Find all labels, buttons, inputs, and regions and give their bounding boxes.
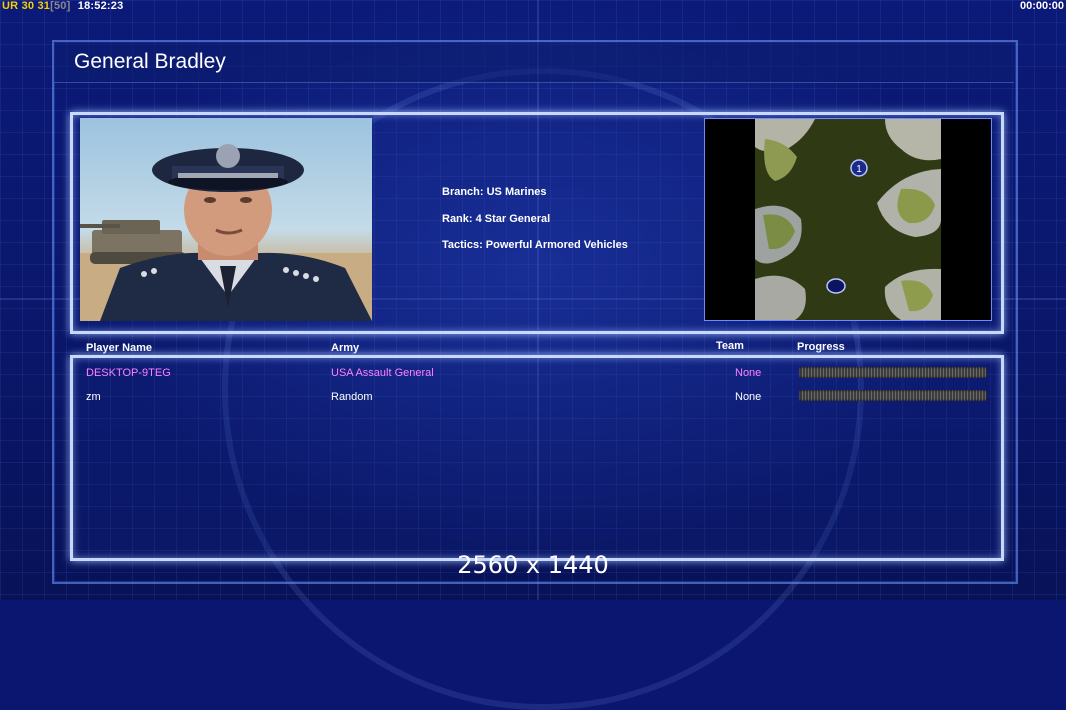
player-2-team: None [735,391,762,403]
general-portrait-image [80,144,372,321]
map-start-marker-2 [826,278,846,294]
map-preview-image: 1 [755,119,941,320]
general-portrait [80,118,372,321]
hud-game-timer: 00:00:00 [1019,0,1064,12]
player-1-name: DESKTOP-9TEG [86,367,171,379]
player-2-name: zm [86,391,101,403]
hud-clock: 18:52:23 [77,0,124,12]
player-1-team: None [735,367,762,379]
general-branch: Branch: US Marines [442,186,547,198]
general-info: Branch: US Marines Rank: 4 Star General … [442,186,628,266]
general-rank: Rank: 4 Star General [442,212,551,225]
hud-value-2: 31 [37,0,51,12]
page-title: General Bradley [74,50,226,73]
hud-value-3: [50] [50,0,71,12]
col-header-army: Army [331,342,360,354]
general-tactics: Tactics: Powerful Armored Vehicles [442,239,628,251]
hud-ur-label: UR [2,0,19,12]
player-list-panel [70,355,1004,561]
col-header-team: Team [716,340,744,352]
player-2-army: Random [331,391,373,403]
player-2-progress-bar [799,390,987,401]
hud-value-1: 30 [21,0,35,12]
hud-status: UR 30 31[50] 18:52:23 [2,0,123,12]
col-header-progress: Progress [797,341,845,353]
col-header-player-name: Player Name [86,342,153,354]
map-start-marker-label: 1 [856,164,862,175]
player-1-army: USA Assault General [331,367,434,379]
map-preview: 1 [704,118,992,321]
player-1-progress-bar [799,367,987,378]
resolution-label: 2560 x 1440 [457,551,609,579]
